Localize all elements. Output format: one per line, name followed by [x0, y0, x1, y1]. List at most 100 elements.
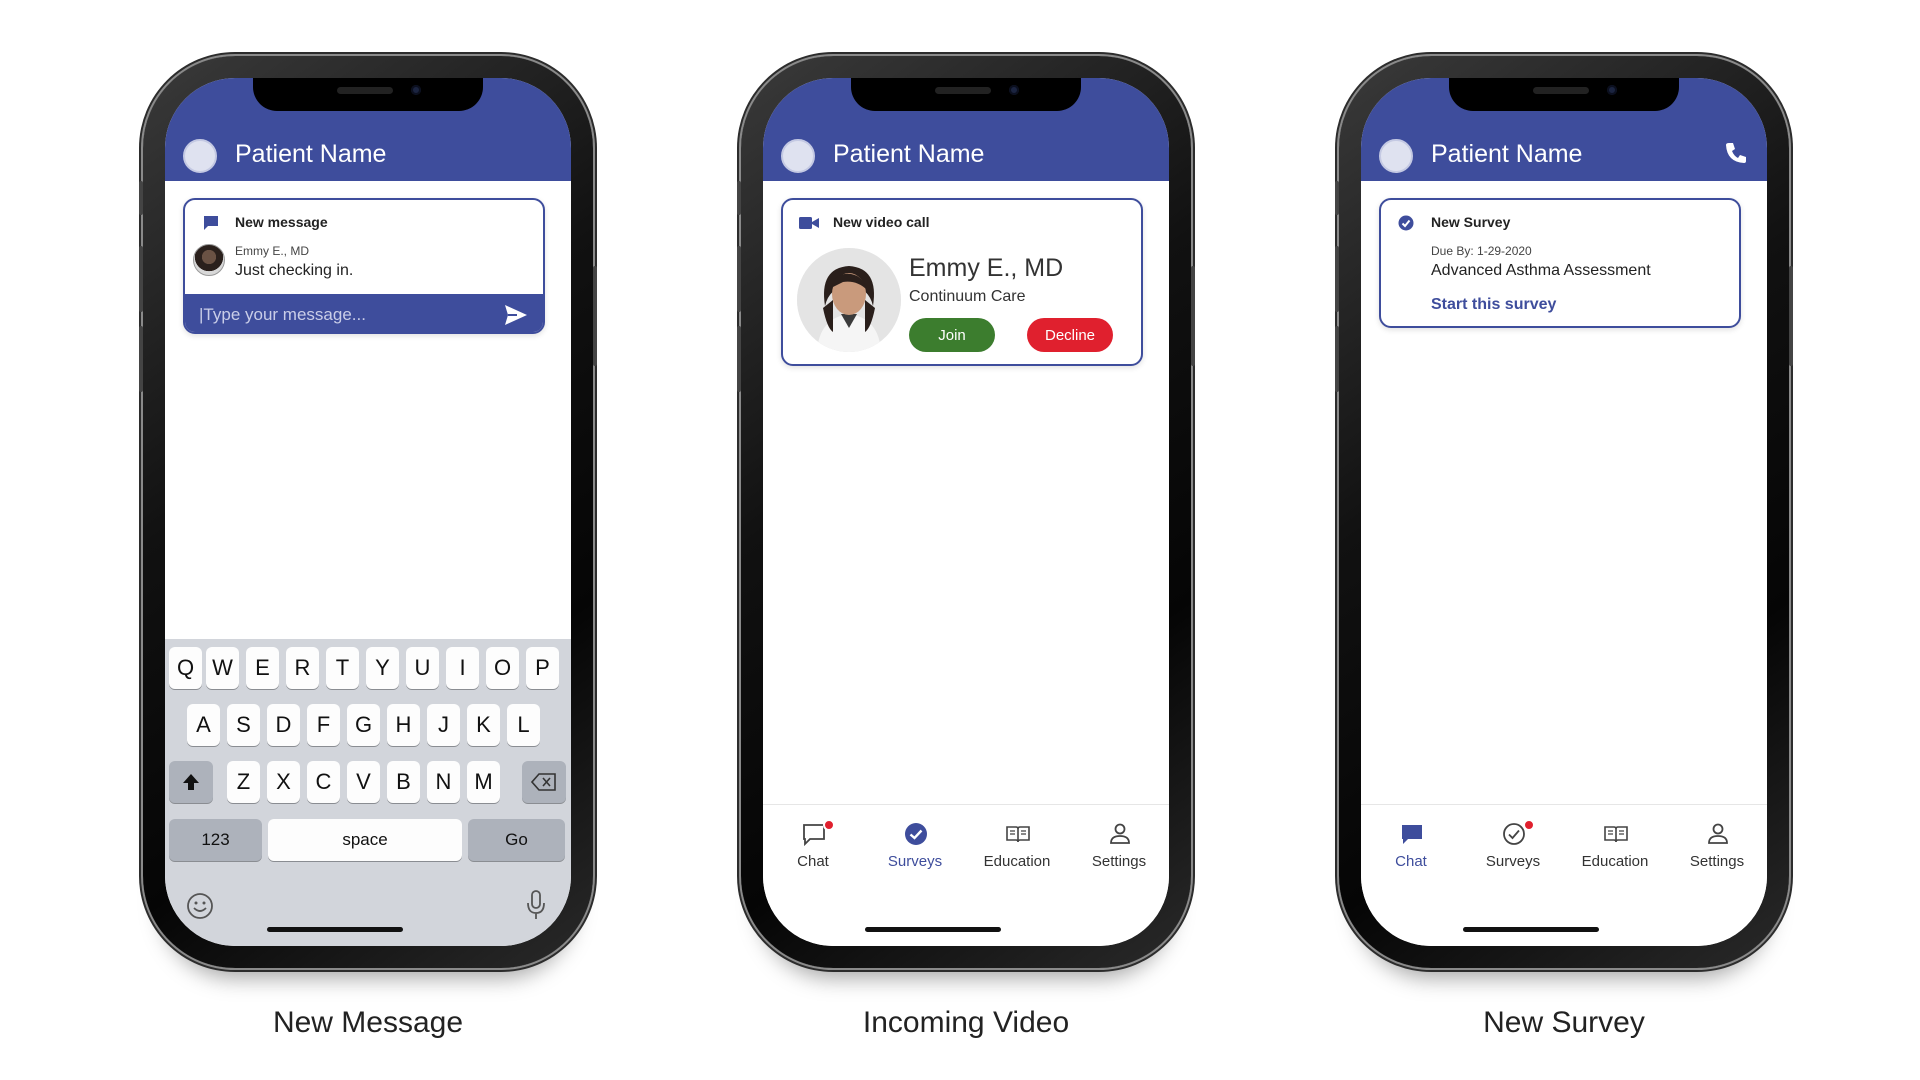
emoji-icon[interactable] [185, 891, 215, 921]
tab-settings[interactable]: Settings [1669, 821, 1765, 881]
on-screen-keyboard: Q W E R T Y U I O P A S D F G H J K L Z … [165, 639, 571, 946]
phone-screen: Patient Name New message Emmy E., MD Jus… [165, 78, 571, 946]
chat-icon [1402, 825, 1422, 844]
message-text: Just checking in. [235, 262, 354, 279]
home-indicator[interactable] [865, 927, 1001, 932]
mockup-caption: New Message [272, 1006, 464, 1039]
key-d[interactable]: D [267, 704, 300, 746]
card-title: New Survey [1431, 214, 1511, 230]
bottom-tab-bar: Chat Surveys Education Settings [1361, 804, 1767, 946]
key-m[interactable]: M [467, 761, 500, 803]
numbers-key[interactable]: 123 [169, 819, 262, 861]
join-call-button[interactable]: Join [909, 318, 995, 352]
key-r[interactable]: R [286, 647, 319, 689]
video-camera-icon [799, 217, 819, 229]
key-o[interactable]: O [486, 647, 519, 689]
patient-avatar[interactable] [1379, 139, 1413, 173]
survey-name: Advanced Asthma Assessment [1431, 262, 1651, 279]
key-e[interactable]: E [246, 647, 279, 689]
tab-label: Surveys [887, 853, 943, 870]
tab-label: Chat [797, 853, 829, 870]
key-y[interactable]: Y [366, 647, 399, 689]
key-q[interactable]: Q [169, 647, 202, 689]
bottom-tab-bar: Chat Surveys Education Settings [763, 804, 1169, 946]
key-t[interactable]: T [326, 647, 359, 689]
check-circle-icon [905, 823, 927, 845]
tab-label: Chat [1395, 853, 1427, 870]
decline-call-button[interactable]: Decline [1027, 318, 1113, 352]
key-c[interactable]: C [307, 761, 340, 803]
notch [851, 78, 1081, 111]
tab-chat[interactable]: Chat [765, 819, 861, 881]
key-b[interactable]: B [387, 761, 420, 803]
go-key[interactable]: Go [468, 819, 565, 861]
tab-label: Surveys [1485, 853, 1541, 870]
shift-icon [183, 774, 199, 790]
tab-label: Settings [1689, 853, 1745, 870]
notification-badge [1523, 819, 1535, 831]
key-s[interactable]: S [227, 704, 260, 746]
key-w[interactable]: W [206, 647, 239, 689]
tab-label: Education [983, 853, 1051, 870]
keyboard-row-2: A S D F G H J K L [165, 704, 571, 750]
tab-chat[interactable]: Chat [1363, 821, 1459, 881]
keyboard-row-3: Z X C V B N M [165, 761, 571, 807]
key-z[interactable]: Z [227, 761, 260, 803]
key-u[interactable]: U [406, 647, 439, 689]
message-input[interactable] [199, 300, 489, 330]
tab-education[interactable]: Education [1567, 821, 1663, 881]
key-l[interactable]: L [507, 704, 540, 746]
tab-settings[interactable]: Settings [1071, 821, 1167, 881]
patient-name: Patient Name [1431, 140, 1583, 168]
card-title: New message [235, 214, 328, 230]
patient-name: Patient Name [833, 140, 985, 168]
sender-avatar [193, 244, 225, 276]
key-f[interactable]: F [307, 704, 340, 746]
patient-avatar[interactable] [781, 139, 815, 173]
key-i[interactable]: I [446, 647, 479, 689]
send-icon[interactable] [503, 303, 529, 327]
notch [1449, 78, 1679, 111]
mockup-new-survey: Patient Name New Survey Due By: 1-29-202… [1334, 0, 1794, 1080]
phone-icon[interactable] [1723, 140, 1749, 166]
notch [253, 78, 483, 111]
key-a[interactable]: A [187, 704, 220, 746]
key-p[interactable]: P [526, 647, 559, 689]
phone-frame: Patient Name New message Emmy E., MD Jus… [139, 56, 597, 968]
mockup-incoming-video: Patient Name New video call Emmy E., MD … [736, 0, 1196, 1080]
book-icon [1006, 826, 1030, 843]
doctor-photo [797, 248, 901, 352]
phone-frame: Patient Name New video call Emmy E., MD … [737, 56, 1195, 968]
key-x[interactable]: X [267, 761, 300, 803]
key-k[interactable]: K [467, 704, 500, 746]
tab-label: Education [1581, 853, 1649, 870]
shift-key[interactable] [169, 761, 213, 803]
backspace-icon [531, 773, 556, 791]
mockup-new-message: Patient Name New message Emmy E., MD Jus… [138, 0, 598, 1080]
tab-surveys[interactable]: Surveys [867, 821, 963, 881]
mockup-caption: Incoming Video [862, 1006, 1070, 1039]
key-v[interactable]: V [347, 761, 380, 803]
home-indicator[interactable] [1463, 927, 1599, 932]
start-survey-link[interactable]: Start this survey [1431, 296, 1556, 314]
patient-avatar[interactable] [183, 139, 217, 173]
key-g[interactable]: G [347, 704, 380, 746]
backspace-key[interactable] [522, 761, 566, 803]
space-key[interactable]: space [268, 819, 462, 861]
chat-bubble-icon [204, 216, 218, 230]
key-n[interactable]: N [427, 761, 460, 803]
microphone-icon[interactable] [525, 889, 547, 921]
video-call-card: New video call Emmy E., MD Continuum Car [781, 198, 1143, 366]
keyboard-row-4: 123 space Go [165, 819, 571, 865]
survey-due-date: Due By: 1-29-2020 [1431, 244, 1532, 258]
home-indicator[interactable] [267, 927, 403, 932]
phone-screen: Patient Name New video call Emmy E., MD … [763, 78, 1169, 946]
tab-surveys[interactable]: Surveys [1465, 819, 1561, 881]
doctor-name: Emmy E., MD [909, 254, 1064, 282]
key-j[interactable]: J [427, 704, 460, 746]
tab-label: Settings [1091, 853, 1147, 870]
key-h[interactable]: H [387, 704, 420, 746]
tab-education[interactable]: Education [969, 821, 1065, 881]
message-sender: Emmy E., MD [235, 244, 309, 258]
doctor-organization: Continuum Care [909, 288, 1026, 305]
